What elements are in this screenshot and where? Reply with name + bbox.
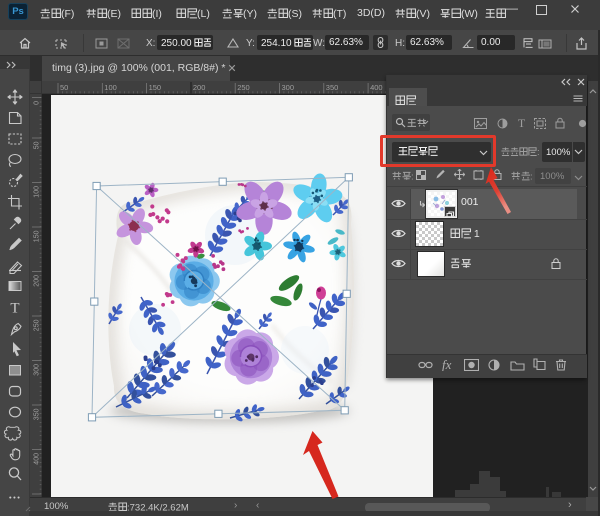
svg-text:0: 0 [34, 101, 41, 105]
svg-text:400: 400 [34, 453, 41, 465]
svg-text:fx: fx [442, 358, 452, 371]
svg-text:250: 250 [34, 319, 41, 331]
svg-text:350: 350 [326, 83, 339, 92]
svg-text:150: 150 [149, 83, 162, 92]
svg-text:T: T [518, 117, 526, 129]
svg-text:50: 50 [34, 141, 41, 149]
svg-text:300: 300 [34, 364, 41, 376]
svg-text:150: 150 [34, 230, 41, 242]
svg-text:50: 50 [60, 83, 68, 92]
svg-text:100: 100 [104, 83, 117, 92]
svg-text:250: 250 [237, 83, 250, 92]
svg-text:300: 300 [282, 83, 295, 92]
svg-text:T: T [10, 301, 19, 317]
svg-text:200: 200 [193, 83, 206, 92]
svg-text:200: 200 [34, 275, 41, 287]
svg-text:100: 100 [34, 186, 41, 198]
svg-text:400: 400 [370, 83, 383, 92]
svg-text:350: 350 [34, 408, 41, 420]
